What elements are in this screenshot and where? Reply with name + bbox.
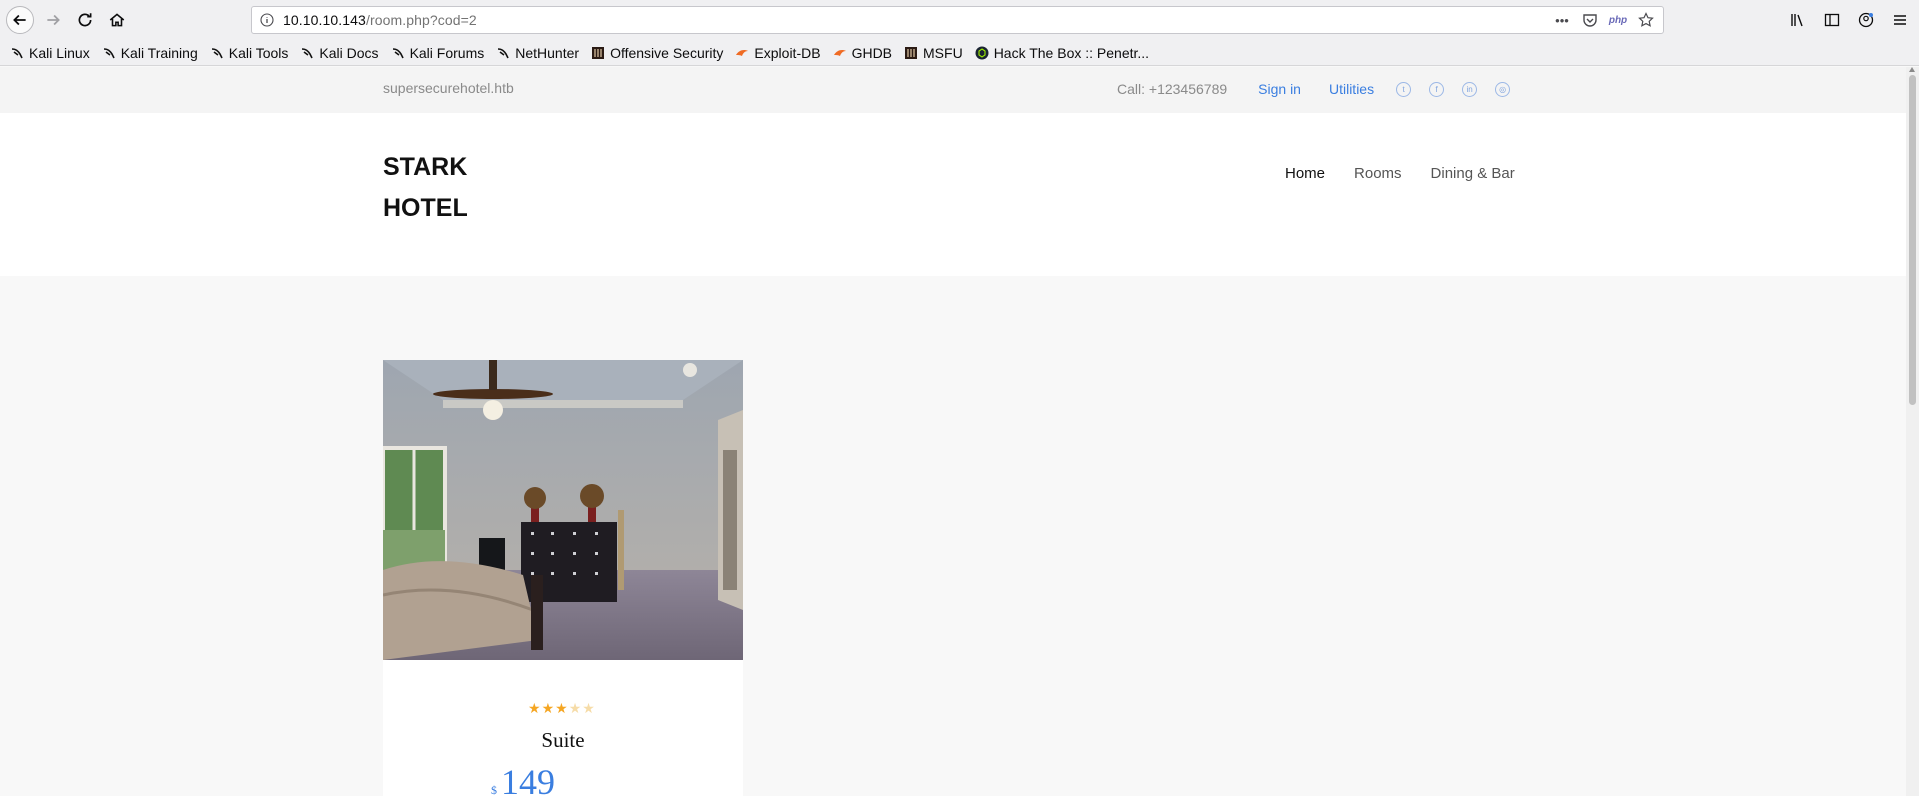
pocket-icon[interactable] — [1581, 11, 1599, 29]
bookmark-nethunter[interactable]: NetHunter — [496, 45, 579, 61]
star-empty-icon: ★ — [568, 700, 582, 716]
bookmark-label: Offensive Security — [610, 44, 724, 61]
info-icon[interactable] — [260, 13, 274, 27]
reload-icon — [78, 13, 92, 27]
bookmark-kali-docs[interactable]: Kali Docs — [300, 44, 379, 61]
logo-line-1: STARK — [383, 153, 468, 181]
bookmark-label: Exploit-DB — [754, 44, 821, 61]
top-bar: supersecurehotel.htb Call: +123456789 Si… — [0, 67, 1906, 113]
bookmark-star-icon[interactable] — [1637, 11, 1655, 29]
signin-link[interactable]: Sign in — [1258, 81, 1301, 97]
social-links: t f in ◎ — [1396, 81, 1511, 97]
twitter-icon[interactable]: t — [1396, 81, 1412, 97]
price-amount: 149 — [501, 762, 555, 796]
kali-icon — [391, 46, 405, 60]
bookmark-label: Kali Forums — [409, 44, 485, 61]
home-icon — [109, 13, 125, 27]
scroll-up-arrow-icon[interactable] — [1909, 67, 1915, 72]
browser-toolbar: 10.10.10.143/room.php?cod=2 ••• php — [0, 0, 1919, 40]
nav-rooms[interactable]: Rooms — [1354, 165, 1402, 182]
bookmark-hack-the-box[interactable]: Hack The Box :: Penetr... — [975, 45, 1149, 61]
reload-button[interactable] — [71, 6, 99, 34]
bookmark-kali-training[interactable]: Kali Training — [102, 45, 198, 61]
instagram-icon[interactable]: ◎ — [1495, 81, 1511, 97]
kali-icon — [300, 46, 314, 60]
phone-number: Call: +123456789 — [1117, 81, 1228, 97]
exploitdb-icon — [833, 46, 847, 60]
nav-dining-bar[interactable]: Dining & Bar — [1431, 165, 1515, 182]
kali-icon — [210, 46, 224, 60]
bookmark-kali-tools[interactable]: Kali Tools — [210, 44, 289, 61]
star-filled-icon: ★ — [528, 700, 541, 716]
forward-arrow-icon — [47, 14, 60, 26]
offsec-icon — [591, 46, 605, 60]
logo-line-2: HOTEL — [383, 194, 468, 222]
bookmark-label: Kali Docs — [319, 44, 379, 61]
forward-button[interactable] — [39, 6, 67, 34]
room-card[interactable]: ★ ★ ★ ★ ★ Suite $ 149 — [383, 360, 743, 796]
home-button[interactable] — [103, 6, 131, 34]
url-bar[interactable]: 10.10.10.143/room.php?cod=2 ••• php — [251, 6, 1664, 34]
site-domain: supersecurehotel.htb — [383, 80, 514, 96]
star-rating: ★ ★ ★ ★ ★ — [528, 700, 595, 717]
room-name[interactable]: Suite — [383, 728, 743, 753]
bookmark-label: Kali Tools — [228, 44, 289, 61]
bookmark-label: Kali Training — [120, 44, 198, 61]
bookmark-kali-linux[interactable]: Kali Linux — [10, 45, 90, 61]
room-photo[interactable] — [383, 360, 743, 660]
kali-icon — [102, 46, 116, 60]
room-price: $ 149 — [491, 764, 555, 796]
kali-icon — [496, 46, 510, 60]
kali-icon — [10, 46, 24, 60]
nav-home[interactable]: Home — [1285, 165, 1325, 182]
url-host: 10.10.10.143 — [283, 12, 366, 28]
bookmark-exploit-db[interactable]: Exploit-DB — [735, 44, 821, 61]
sidebar-icon[interactable] — [1819, 6, 1845, 34]
htb-icon — [975, 46, 989, 60]
bookmark-label: Hack The Box :: Penetr... — [993, 44, 1150, 61]
star-filled-icon: ★ — [555, 700, 568, 716]
php-extension-icon[interactable]: php — [1609, 11, 1627, 29]
site-logo[interactable]: STARK HOTEL — [383, 147, 503, 229]
bookmark-offensive-security[interactable]: Offensive Security — [591, 45, 723, 61]
page-scrollbar[interactable] — [1906, 67, 1919, 796]
bookmark-kali-forums[interactable]: Kali Forums — [391, 44, 485, 61]
url-path: /room.php?cod=2 — [365, 12, 477, 28]
page-actions-icon[interactable]: ••• — [1553, 11, 1571, 29]
scroll-thumb[interactable] — [1909, 75, 1916, 405]
back-arrow-icon — [13, 14, 26, 26]
bookmark-label: NetHunter — [515, 44, 580, 61]
page-viewport: supersecurehotel.htb Call: +123456789 Si… — [0, 67, 1906, 796]
url-text[interactable]: 10.10.10.143/room.php?cod=2 — [283, 12, 477, 28]
bookmark-ghdb[interactable]: GHDB — [833, 45, 892, 61]
bookmark-label: GHDB — [851, 44, 893, 61]
star-empty-icon: ★ — [582, 700, 595, 716]
hamburger-menu-icon[interactable] — [1887, 6, 1913, 34]
bookmark-label: Kali Linux — [29, 44, 90, 61]
site-header: STARK HOTEL Home Rooms Dining & Bar — [0, 113, 1906, 276]
linkedin-icon[interactable]: in — [1462, 81, 1478, 97]
account-icon[interactable] — [1853, 6, 1879, 34]
price-currency: $ — [491, 783, 497, 796]
bookmarks-bar: Kali Linux Kali Training Kali Tools Kali… — [0, 40, 1919, 66]
main-nav: Home Rooms Dining & Bar — [1285, 165, 1515, 182]
back-button[interactable] — [6, 6, 34, 34]
star-filled-icon: ★ — [541, 700, 555, 716]
utilities-link[interactable]: Utilities — [1329, 81, 1374, 97]
facebook-icon[interactable]: f — [1429, 81, 1445, 97]
offsec-icon — [904, 46, 918, 60]
bookmark-label: MSFU — [923, 44, 963, 61]
bookmark-msfu[interactable]: MSFU — [904, 45, 963, 61]
exploitdb-icon — [735, 46, 749, 60]
library-icon[interactable] — [1785, 6, 1811, 34]
